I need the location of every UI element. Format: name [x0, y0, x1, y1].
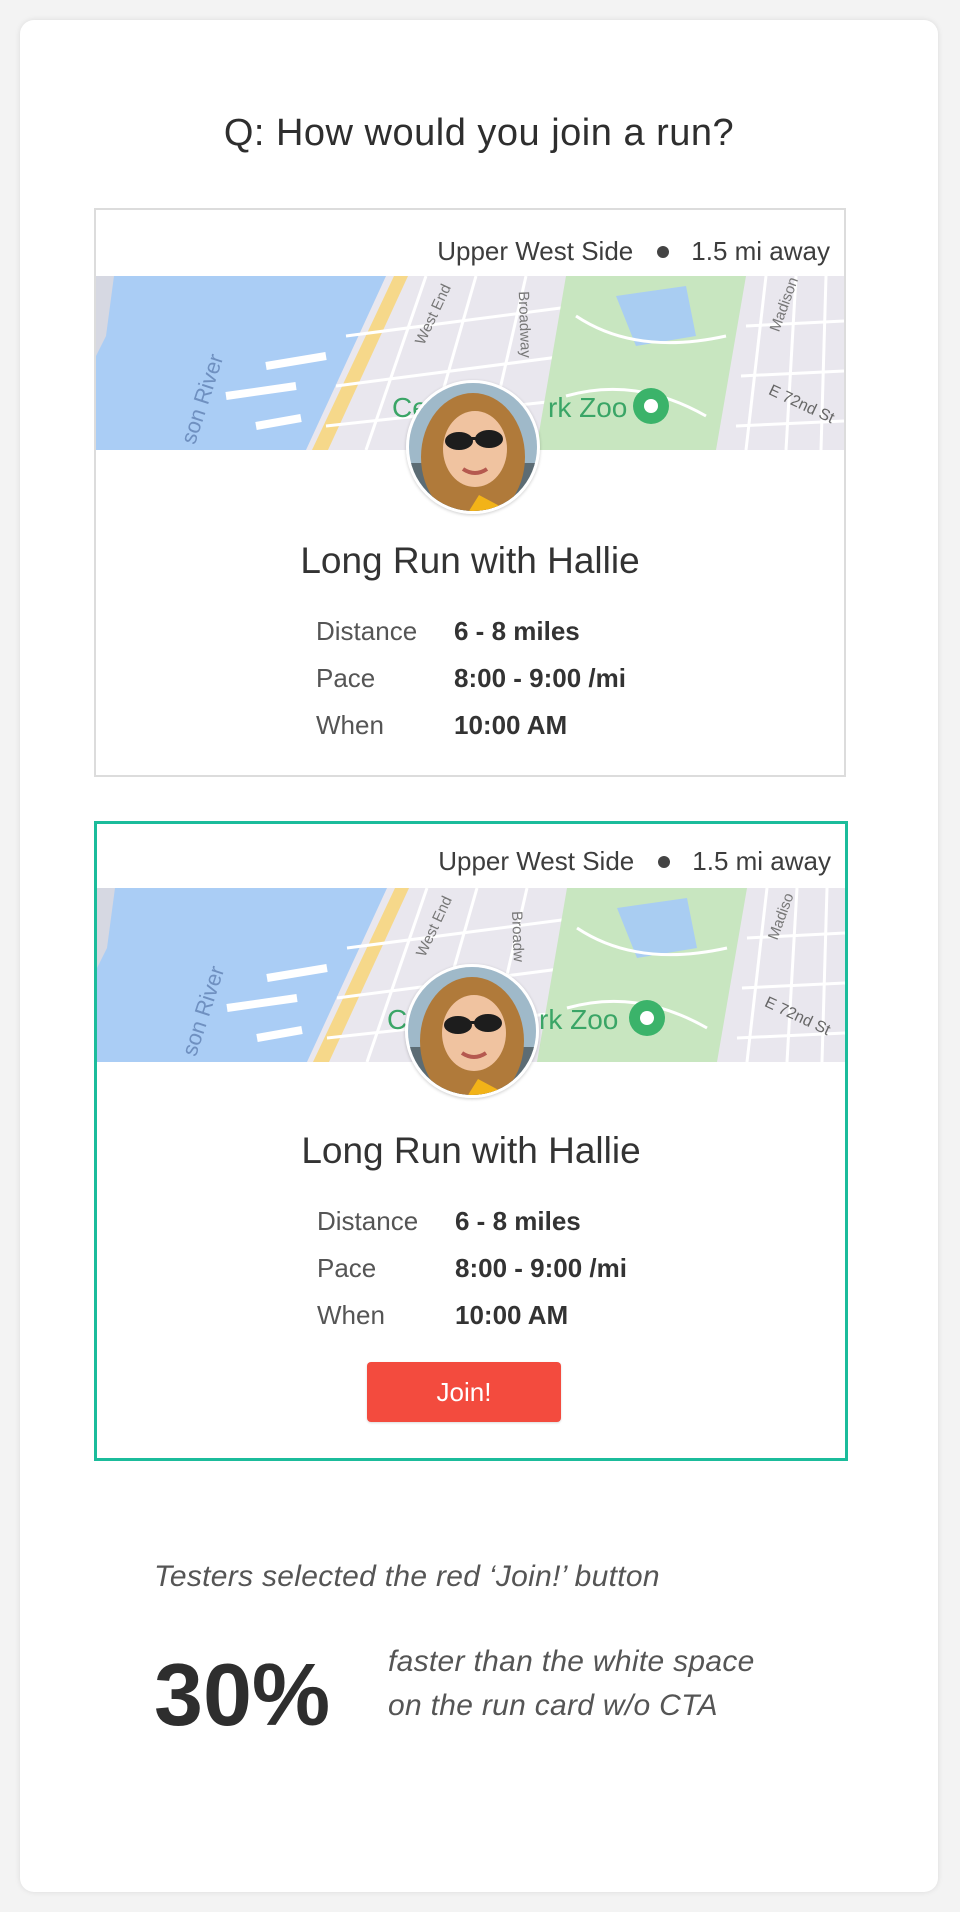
run-details: Distance 6 - 8 miles Pace 8:00 - 9:00 /m…: [317, 1198, 627, 1339]
map-label-broadway: Broadw: [508, 910, 527, 963]
detail-row-distance: Distance 6 - 8 miles: [316, 608, 626, 655]
map-label-broadway: Broadway: [514, 290, 535, 359]
stat-description-line: faster than the white space: [388, 1645, 755, 1678]
map-label-park-b: rk Zoo: [539, 1004, 619, 1035]
detail-row-pace: Pace 8:00 - 9:00 /mi: [317, 1245, 627, 1292]
run-title: Long Run with Hallie: [300, 540, 640, 581]
neighborhood-label: Upper West Side: [438, 846, 635, 876]
detail-row-pace: Pace 8:00 - 9:00 /mi: [316, 655, 626, 702]
distance-away-label: 1.5 mi away: [692, 846, 831, 876]
separator-dot-icon: [657, 245, 670, 258]
detail-value: 8:00 - 9:00 /mi: [454, 663, 626, 693]
run-details: Distance 6 - 8 miles Pace 8:00 - 9:00 /m…: [316, 608, 626, 749]
location-bar: Upper West Side 1.5 mi away: [437, 236, 830, 267]
detail-label: When: [316, 710, 384, 740]
question-title: Q: How would you join a run?: [223, 112, 735, 154]
run-title: Long Run with Hallie: [301, 1130, 641, 1171]
results-sheet: Q: How would you join a run? Upper West …: [20, 20, 938, 1892]
stat-description-line: on the run card w/o CTA: [388, 1689, 718, 1722]
location-bar: Upper West Side 1.5 mi away: [438, 846, 831, 877]
insight-text: Testers selected the red ‘Join!’ button: [154, 1560, 660, 1593]
stat-description: faster than the white space on the run c…: [388, 1640, 858, 1728]
detail-value: 8:00 - 9:00 /mi: [455, 1253, 627, 1283]
detail-label: When: [317, 1300, 385, 1330]
neighborhood-label: Upper West Side: [437, 236, 634, 266]
detail-value: 6 - 8 miles: [454, 616, 580, 646]
detail-value: 10:00 AM: [455, 1300, 569, 1330]
host-avatar: [406, 380, 540, 514]
separator-dot-icon: [658, 855, 671, 868]
host-avatar: [405, 964, 539, 1098]
detail-label: Pace: [317, 1253, 377, 1283]
run-card-without-cta[interactable]: Upper West Side 1.5 mi away son River We…: [94, 208, 846, 777]
map-label-park-b: rk Zoo: [548, 392, 628, 423]
run-card-with-cta: Upper West Side 1.5 mi away son River We…: [94, 821, 848, 1461]
detail-row-distance: Distance 6 - 8 miles: [317, 1198, 627, 1245]
detail-value: 6 - 8 miles: [455, 1206, 581, 1236]
detail-row-when: When 10:00 AM: [316, 702, 626, 749]
detail-label: Pace: [316, 663, 376, 693]
detail-label: Distance: [316, 616, 418, 646]
detail-value: 10:00 AM: [454, 710, 568, 740]
distance-away-label: 1.5 mi away: [691, 236, 830, 266]
join-button[interactable]: Join!: [367, 1362, 561, 1422]
detail-row-when: When 10:00 AM: [317, 1292, 627, 1339]
detail-label: Distance: [317, 1206, 419, 1236]
stat-value: 30%: [154, 1645, 331, 1744]
